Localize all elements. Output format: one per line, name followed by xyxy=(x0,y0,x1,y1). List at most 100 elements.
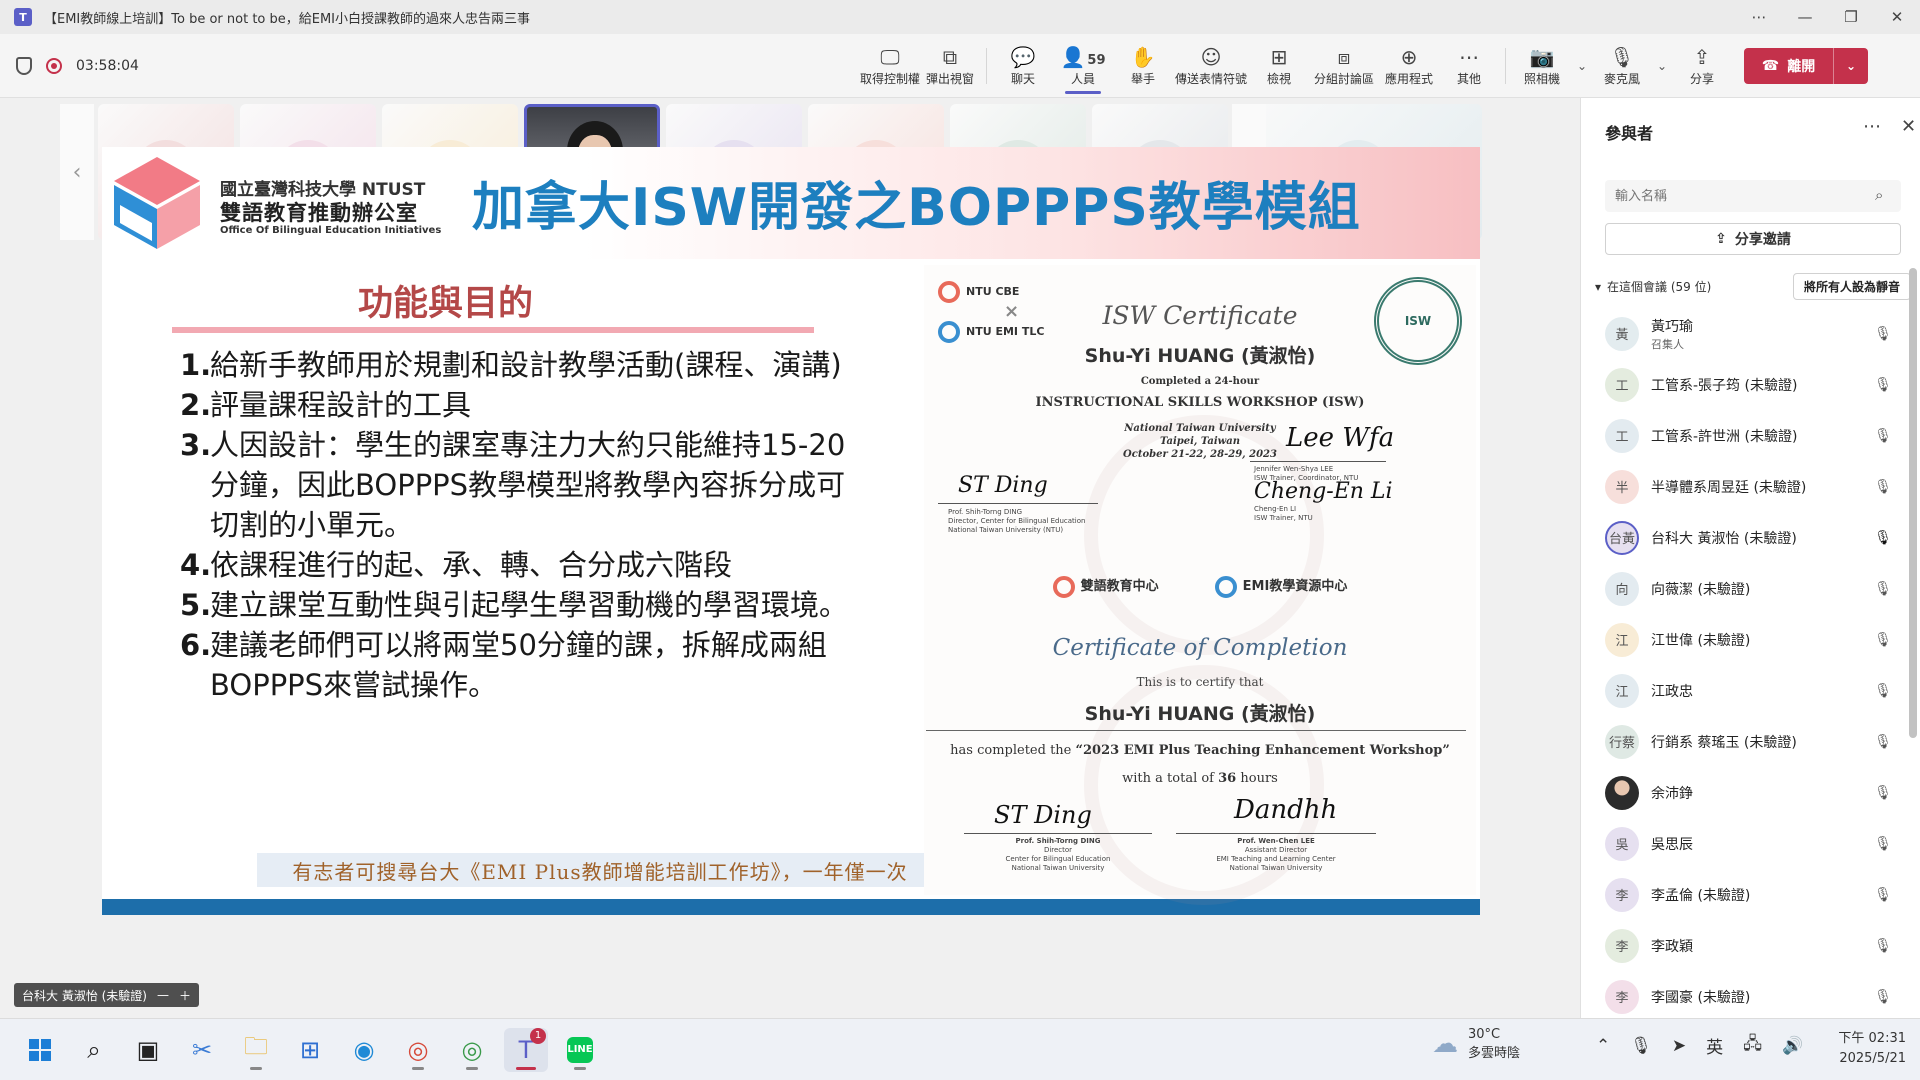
chrome-profile-icon[interactable]: ◎ xyxy=(450,1028,494,1072)
take-control-button[interactable]: 🖵 取得控制權 xyxy=(860,36,920,96)
leave-button[interactable]: ☎ 離開 ⌄ xyxy=(1744,47,1868,84)
minimize-button[interactable]: — xyxy=(1782,0,1828,34)
participant-list-item[interactable]: 工工管系-張子筠 (未驗證) 🎙 xyxy=(1581,359,1920,410)
share-link-icon: ⇪ xyxy=(1715,231,1727,247)
network-icon[interactable]: 🖧 xyxy=(1743,1031,1762,1060)
participant-list-item[interactable]: 李李政穎 🎙 xyxy=(1581,920,1920,971)
completed-line: has completed the “2023 EMI Plus Teachin… xyxy=(950,743,1450,758)
participant-name: 江政忠 xyxy=(1651,683,1693,700)
hours-line: with a total of 36 hours xyxy=(1122,771,1278,786)
office-logo-icon xyxy=(114,157,200,249)
chevron-up-icon[interactable]: ⌃ xyxy=(1596,1036,1610,1056)
edge-icon[interactable]: ◉ xyxy=(342,1028,386,1072)
microsoft-store-icon[interactable]: ⊞ xyxy=(288,1028,332,1072)
mic-button[interactable]: 🎙 麥克風 xyxy=(1592,36,1652,96)
panel-close-icon[interactable]: ✕ xyxy=(1901,116,1916,137)
system-clock[interactable]: 下午 02:31 2025/5/21 xyxy=(1822,1029,1906,1069)
recording-icon xyxy=(46,57,62,74)
in-meeting-toggle[interactable]: ▾ 在這個會議 (59 位) xyxy=(1595,278,1711,295)
line-icon[interactable]: LINE xyxy=(558,1028,602,1072)
participant-list-item[interactable]: 台黃 台科大 黃淑怡 (未驗證) 🎙 xyxy=(1581,512,1920,563)
avatar xyxy=(1605,775,1639,810)
participant-list-item[interactable]: 半半導體系周昱廷 (未驗證) 🎙 xyxy=(1581,461,1920,512)
minimize-icon[interactable]: — xyxy=(157,988,169,1002)
reactions-button[interactable]: ☺ 傳送表情符號 xyxy=(1173,36,1249,96)
slide-title: 加拿大ISW開發之BOPPPS教學模組 xyxy=(472,178,1361,238)
ime-indicator[interactable]: 英 xyxy=(1706,1033,1723,1058)
participant-list-name: 李國豪 (未驗證) xyxy=(1651,987,1863,1007)
people-button[interactable]: 👤 59 人員 xyxy=(1053,36,1113,96)
mic-muted-tray-icon[interactable]: 🎙 xyxy=(1630,1036,1652,1056)
participants-panel: 參與者 ⋯ ✕ ⌕ ⇪分享邀請 ▾在這個會議 (59 位) 將所有人設為靜音 黃… xyxy=(1580,98,1920,1018)
participant-list-name: 向薇潔 (未驗證) xyxy=(1651,579,1863,599)
caret-down-icon: ▾ xyxy=(1595,279,1602,294)
strip-prev-arrow-icon[interactable]: ‹ xyxy=(60,104,94,240)
file-explorer-icon[interactable]: 🗀 xyxy=(234,1028,278,1072)
mute-all-button[interactable]: 將所有人設為靜音 xyxy=(1792,273,1911,300)
search-icon[interactable]: ⌕ xyxy=(1875,186,1883,204)
participant-search-input[interactable] xyxy=(1605,180,1901,212)
mic-off-icon: 🎙 xyxy=(1874,988,1892,1005)
close-window-button[interactable]: ✕ xyxy=(1874,0,1920,34)
mic-off-icon: 🎙 xyxy=(1874,427,1892,444)
share-invite-button[interactable]: ⇪ 分享邀請 xyxy=(1605,223,1901,255)
location-icon[interactable]: ➤ xyxy=(1672,1036,1686,1056)
participant-name: 工管系-許世洲 (未驗證) xyxy=(1651,428,1798,445)
camera-button[interactable]: 📷 照相機 xyxy=(1512,36,1572,96)
panel-more-icon[interactable]: ⋯ xyxy=(1863,116,1881,137)
participant-list-name: 黃巧瑜 召集人 xyxy=(1651,316,1863,352)
participant-list-item[interactable]: 李李孟倫 (未驗證) 🎙 xyxy=(1581,869,1920,920)
chrome-icon[interactable]: ◎ xyxy=(396,1028,440,1072)
weather-widget[interactable]: ☁ 30°C 多雲時陰 xyxy=(1432,1027,1520,1061)
volume-icon[interactable]: 🔊 xyxy=(1782,1036,1803,1056)
panel-scrollbar[interactable] xyxy=(1909,268,1917,738)
participant-list-item[interactable]: 向向薇潔 (未驗證) 🎙 xyxy=(1581,563,1920,614)
snipping-tool-icon[interactable]: ✂ xyxy=(180,1028,224,1072)
participant-list-item[interactable]: 吳吳思辰 🎙 xyxy=(1581,818,1920,869)
signature-li-icon: Cheng-En Li xyxy=(1254,479,1393,504)
teams-taskbar-icon[interactable]: T1 xyxy=(504,1027,548,1072)
task-view-icon[interactable]: ▣ xyxy=(126,1028,170,1072)
mic-options-chevron-icon[interactable]: ⌄ xyxy=(1652,59,1672,73)
view-button[interactable]: ⊞ 檢視 xyxy=(1249,36,1309,96)
raise-hand-button[interactable]: ✋ 舉手 xyxy=(1113,36,1173,96)
signature-line xyxy=(1176,833,1376,834)
certify-line: This is to certify that xyxy=(1136,675,1264,689)
avatar: 工 xyxy=(1605,418,1639,453)
avatar: 李 xyxy=(1605,877,1639,912)
leave-options-chevron-icon[interactable]: ⌄ xyxy=(1834,59,1868,73)
section-underline xyxy=(172,327,814,333)
participant-name: 黃巧瑜 xyxy=(1651,318,1693,335)
participant-list-item[interactable]: 江江世偉 (未驗證) 🎙 xyxy=(1581,614,1920,665)
ellipsis-icon: ⋯ xyxy=(1459,45,1479,69)
avatar: 黃 xyxy=(1605,316,1639,351)
participant-list-item[interactable]: 工工管系-許世洲 (未驗證) 🎙 xyxy=(1581,410,1920,461)
purpose-item: 1. 給新手教師用於規劃和設計教學活動(課程、演講) xyxy=(180,345,860,385)
participant-list-item[interactable]: 李李國豪 (未驗證) 🎙 xyxy=(1581,971,1920,1022)
apps-button[interactable]: ⊕ 應用程式 xyxy=(1379,36,1439,96)
start-icon[interactable] xyxy=(18,1028,62,1072)
camera-options-chevron-icon[interactable]: ⌄ xyxy=(1572,59,1592,73)
share-button[interactable]: ⇪ 分享 xyxy=(1672,36,1732,96)
participant-name: 台科大 黃淑怡 (未驗證) xyxy=(1651,530,1797,547)
participant-list-name: 台科大 黃淑怡 (未驗證) xyxy=(1651,528,1863,548)
participant-list-item[interactable]: 余沛錚 🎙 xyxy=(1581,767,1920,818)
expand-icon[interactable]: ＋ xyxy=(179,987,191,1004)
restore-button[interactable]: ❐ xyxy=(1828,0,1874,34)
participant-list-item[interactable]: 行蔡 行銷系 蔡瑤玉 (未驗證) 🎙 xyxy=(1581,716,1920,767)
breakout-rooms-button[interactable]: ⧈ 分組討論區 xyxy=(1309,36,1379,96)
participant-list-item[interactable]: 江江政忠 🎙 xyxy=(1581,665,1920,716)
smiley-icon: ☺ xyxy=(1200,45,1222,69)
participant-name: 半導體系周昱廷 (未驗證) xyxy=(1651,479,1807,496)
rooms-icon: ⧈ xyxy=(1337,45,1351,69)
pop-out-button[interactable]: ⧉ 彈出視窗 xyxy=(920,36,980,96)
search-taskbar-icon[interactable]: ⌕ xyxy=(72,1028,116,1072)
presenter-name-tag[interactable]: 台科大 黃淑怡 (未驗證) — ＋ xyxy=(14,983,200,1007)
chat-button[interactable]: 💬 聊天 xyxy=(993,36,1053,96)
participant-list-item[interactable]: 黃黃巧瑜 召集人 🎙 xyxy=(1581,308,1920,359)
purpose-item: 2. 評量課程設計的工具 xyxy=(180,385,860,425)
leave-main[interactable]: ☎ 離開 xyxy=(1744,47,1834,84)
more-button[interactable]: ⋯ 其他 xyxy=(1439,36,1499,96)
mic-off-icon: 🎙 xyxy=(1874,325,1892,342)
more-options-icon[interactable]: ⋯ xyxy=(1736,0,1782,34)
